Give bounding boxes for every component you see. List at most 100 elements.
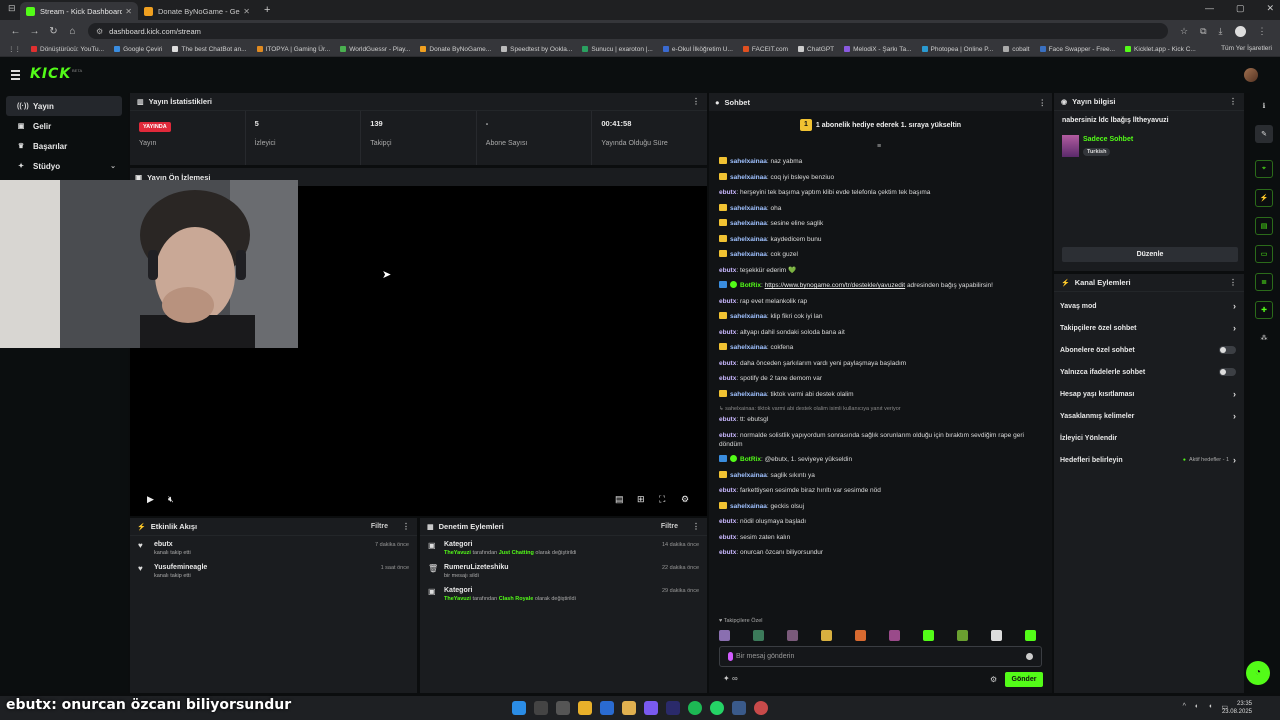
emote-icon[interactable] xyxy=(821,630,832,641)
home-icon[interactable]: ⌂ xyxy=(63,26,82,37)
sidebar-item[interactable]: ▣ Gelir xyxy=(6,116,122,136)
sidebar-item[interactable]: ((·)) Yayın xyxy=(6,96,122,116)
bookmark-star-icon[interactable]: ☆ xyxy=(1180,26,1188,37)
chat-username[interactable]: sahelxainaa xyxy=(730,503,767,510)
close-window-icon[interactable]: ✕ xyxy=(1266,3,1274,14)
chat-username[interactable]: ebutx xyxy=(719,189,736,196)
minimize-icon[interactable]: — xyxy=(1205,3,1214,14)
bookmark-item[interactable]: MelodiX - Şarkı Ta... xyxy=(844,46,912,53)
premiere-icon[interactable] xyxy=(666,701,680,715)
chat-username[interactable]: ebutx xyxy=(719,416,736,423)
browser-tab[interactable]: Stream - Kick Dashboard ✕ xyxy=(20,2,138,20)
chat-settings-icon[interactable]: ⚙ xyxy=(990,675,997,684)
moderation-actor[interactable]: TheYavuzi xyxy=(444,596,471,602)
channel-action-item[interactable]: Hesap yaşı kısıtlaması › xyxy=(1054,383,1244,405)
apps-icon[interactable]: ⋮⋮ xyxy=(8,45,21,53)
sidebar-item[interactable]: ✦ Stüdyo ⌄ xyxy=(6,156,122,176)
chat-username[interactable]: ebutx xyxy=(719,534,736,541)
bolt-rail-icon[interactable]: ⚡ xyxy=(1255,189,1273,207)
channel-action-item[interactable]: Yavaş mod › xyxy=(1054,295,1244,317)
user-avatar[interactable] xyxy=(1244,68,1258,82)
emoji-icon[interactable] xyxy=(1026,653,1033,660)
chat-username[interactable]: ebutx xyxy=(719,432,736,439)
tray-arrow-icon[interactable]: ^ xyxy=(1183,703,1186,711)
discord-icon[interactable] xyxy=(644,701,658,715)
all-bookmarks[interactable]: Tüm Yer İşaretleri xyxy=(1221,45,1272,52)
channel-action-item[interactable]: Yalnızca ifadelerle sohbet xyxy=(1054,361,1244,383)
browser-menu-icon[interactable]: ⋮ xyxy=(1258,26,1267,37)
chat-username[interactable]: sahelxainaa xyxy=(730,158,767,165)
emote-icon[interactable] xyxy=(889,630,900,641)
emote-icon[interactable] xyxy=(753,630,764,641)
theatre-icon[interactable]: ▤ xyxy=(615,494,624,505)
edit-rail-icon[interactable]: ✎ xyxy=(1255,125,1273,143)
toggle-switch[interactable] xyxy=(1219,346,1236,354)
bookmark-item[interactable]: WorldGuessr - Play... xyxy=(340,46,410,53)
chat-username[interactable]: sahelxainaa xyxy=(730,220,767,227)
pinned-banner[interactable]: 11 abonelik hediye ederek 1. sıraya yüks… xyxy=(709,119,1052,131)
bookmark-item[interactable]: Face Swapper - Free... xyxy=(1039,46,1115,53)
fullscreen-icon[interactable]: ⛶ xyxy=(659,494,665,505)
network-icon[interactable]: ◐ xyxy=(1195,703,1199,711)
bookmark-item[interactable]: ITOPYA | Gaming Ür... xyxy=(256,46,330,53)
users-rail-icon[interactable]: ⁂ xyxy=(1255,329,1273,347)
chat-username[interactable]: sahelxainaa xyxy=(730,472,767,479)
collapse-pinned-icon[interactable]: ≡ xyxy=(877,143,881,150)
edit-button[interactable]: Düzenle xyxy=(1062,247,1238,262)
steam-icon[interactable] xyxy=(600,701,614,715)
emote-icon[interactable] xyxy=(957,630,968,641)
chat-username[interactable]: sahelxainaa xyxy=(730,251,767,258)
moderation-more-icon[interactable]: ⋮ xyxy=(692,522,700,531)
kick-logo[interactable]: KICK xyxy=(30,66,71,82)
whatsapp-icon[interactable] xyxy=(710,701,724,715)
chevron-right-icon[interactable]: › xyxy=(1233,455,1236,465)
emote-icon[interactable] xyxy=(991,630,1002,641)
bookmark-item[interactable]: Photopea | Online P... xyxy=(921,46,993,53)
maximize-icon[interactable]: ▢ xyxy=(1236,3,1245,14)
chevron-right-icon[interactable]: › xyxy=(1233,301,1236,311)
bookmark-item[interactable]: e-Okul İlköğretim U... xyxy=(662,46,733,53)
play-icon[interactable]: ▶ xyxy=(147,494,154,505)
browser-tab[interactable]: Donate ByNoGame - Gelen/Gi...✕ xyxy=(138,2,256,20)
tab-close-icon[interactable]: ✕ xyxy=(243,7,250,16)
app-icon[interactable] xyxy=(732,701,746,715)
chat-username[interactable]: BotRix xyxy=(740,282,761,289)
clock[interactable]: 23:35 23.08.2025 xyxy=(1222,700,1252,716)
bookmark-item[interactable]: Donate ByNoGame... xyxy=(420,46,491,53)
new-tab-button[interactable]: + xyxy=(264,4,270,16)
site-info-icon[interactable]: ⚙ xyxy=(96,27,103,36)
channel-action-item[interactable]: Hedefleri belirleyin Aktif hedefler - 1 › xyxy=(1054,449,1244,471)
chat-username[interactable]: ebutx xyxy=(719,518,736,525)
obs-icon[interactable] xyxy=(754,701,768,715)
extensions-icon[interactable]: ⧉ xyxy=(1200,26,1206,37)
toggle-switch[interactable] xyxy=(1219,368,1236,376)
wrench-rail-icon[interactable]: ✚ xyxy=(1255,301,1273,319)
chat-username[interactable]: ebutx xyxy=(719,360,736,367)
hamburger-menu-icon[interactable] xyxy=(11,70,20,82)
tab-close-icon[interactable]: ✕ xyxy=(125,7,132,16)
chevron-down-icon[interactable]: ⌄ xyxy=(110,162,116,170)
folder-icon[interactable] xyxy=(622,701,636,715)
bookmark-item[interactable]: ChatGPT xyxy=(798,46,834,53)
chevron-right-icon[interactable]: › xyxy=(1233,411,1236,421)
reload-icon[interactable]: ↻ xyxy=(44,26,63,37)
channel-action-item[interactable]: Abonelere özel sohbet xyxy=(1054,339,1244,361)
forward-icon[interactable]: → xyxy=(25,26,44,37)
bookmark-item[interactable]: Kicklet.app - Kick C... xyxy=(1125,46,1196,53)
chat-username[interactable]: ebutx xyxy=(719,329,736,336)
back-icon[interactable]: ← xyxy=(6,26,25,37)
chat-username[interactable]: sahelxainaa xyxy=(730,205,767,212)
bookmark-item[interactable]: Speedtest by Ookla... xyxy=(501,46,572,53)
mic-icon[interactable] xyxy=(728,652,733,661)
support-chat-icon[interactable]: ◔ xyxy=(1246,661,1270,685)
channel-action-item[interactable]: İzleyici Yönlendir xyxy=(1054,427,1244,449)
chevron-right-icon[interactable]: › xyxy=(1233,323,1236,333)
chevron-right-icon[interactable]: › xyxy=(1233,389,1236,399)
moderation-actor[interactable]: TheYavuzi xyxy=(444,550,471,556)
chat-username[interactable]: sahelxainaa xyxy=(730,391,767,398)
send-button[interactable]: Gönder xyxy=(1005,672,1043,687)
chat-link[interactable]: https://www.bynogame.com/tr/destekle/yav… xyxy=(765,282,906,289)
chat-username[interactable]: BotRix xyxy=(740,456,761,463)
chat-username[interactable]: sahelxainaa xyxy=(730,174,767,181)
stats-more-icon[interactable]: ⋮ xyxy=(692,97,700,106)
